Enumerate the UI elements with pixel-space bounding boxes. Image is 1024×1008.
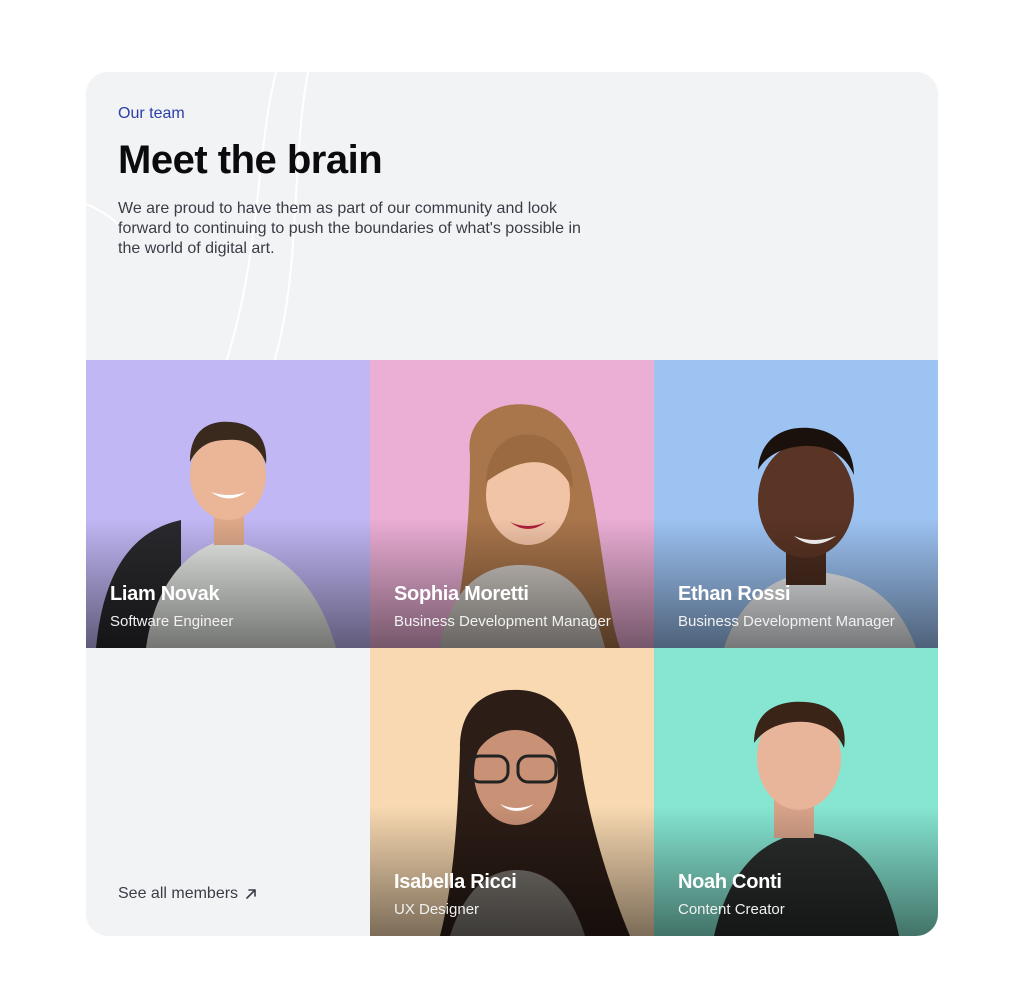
section-eyebrow: Our team [118,105,185,122]
member-role: Business Development Manager [678,613,895,630]
member-role: Content Creator [678,901,785,918]
member-card-isabella-ricci[interactable]: Isabella Ricci UX Designer [370,648,654,936]
member-name: Liam Novak [110,583,220,605]
arrow-up-right-icon [246,889,256,899]
team-section-card: Our team Meet the brain We are proud to … [86,72,938,936]
member-name: Sophia Moretti [394,583,529,605]
section-title: Meet the brain [118,138,383,182]
member-card-sophia-moretti[interactable]: Sophia Moretti Business Development Mana… [370,360,654,648]
see-all-members-link[interactable]: See all members [118,885,258,903]
member-name: Isabella Ricci [394,871,517,893]
member-role: Business Development Manager [394,613,611,630]
member-name: Ethan Rossi [678,583,791,605]
see-all-members-label: See all members [118,885,239,902]
member-card-ethan-rossi[interactable]: Ethan Rossi Business Development Manager [654,360,938,648]
member-name: Noah Conti [678,871,782,893]
member-role: UX Designer [394,901,480,918]
section-description: We are proud to have them as part of our… [118,200,581,257]
member-card-liam-novak[interactable]: Liam Novak Software Engineer [86,360,370,648]
member-card-noah-conti[interactable]: Noah Conti Content Creator [654,648,938,936]
member-role: Software Engineer [110,613,234,630]
